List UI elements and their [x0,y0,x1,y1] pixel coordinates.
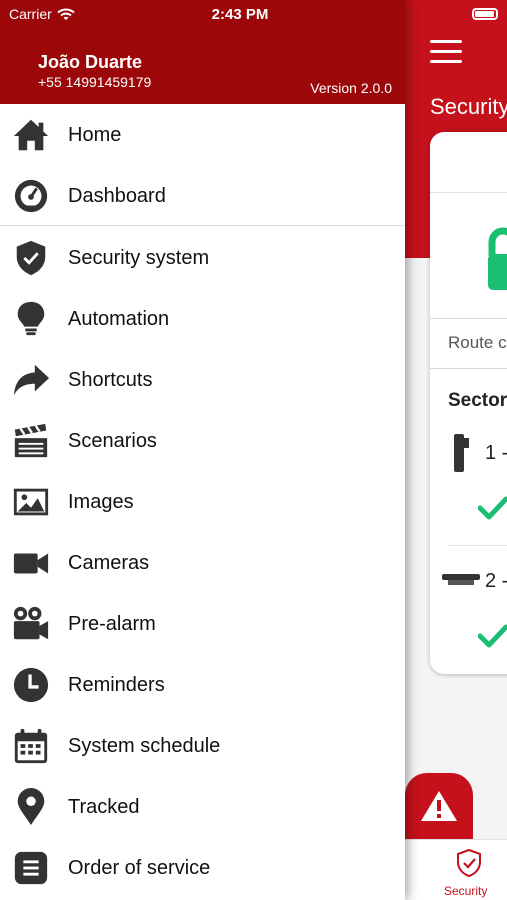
menu-item-reminders[interactable]: Reminders [0,654,405,715]
share-arrow-icon [11,360,51,400]
menu-item-label: Shortcuts [68,369,153,391]
menu-item-label: Automation [68,308,170,330]
unlocked-padlock-icon[interactable] [488,224,507,290]
sector-label[interactable]: 2 - [485,570,507,593]
shield-icon [11,238,51,278]
menu-item-shortcuts[interactable]: Shortcuts [0,349,405,410]
check-icon [478,496,507,520]
menu-item-automation[interactable]: Automation [0,288,405,349]
motion-sensor-icon [442,574,480,585]
clock-icon [11,665,51,705]
menu-item-dashboard[interactable]: Dashboard [0,165,405,226]
calendar-icon [11,726,51,766]
clapperboard-icon [11,421,51,461]
drawer-header: Carrier 2:43 PM João Duarte +55 14991459… [0,0,405,104]
tab-bar: Security [405,839,507,900]
menu-item-home[interactable]: Home [0,104,405,165]
status-time: 2:43 PM [211,6,269,23]
location-pin-icon [11,787,51,827]
menu-item-tracked[interactable]: Tracked [0,776,405,837]
menu-item-order-of-service[interactable]: Order of service [0,837,405,898]
menu-item-security-system[interactable]: Security system [0,227,405,288]
battery-icon [472,8,498,20]
menu-item-label: Cameras [68,552,150,574]
menu-item-pre-alarm[interactable]: Pre-alarm [0,593,405,654]
sectors-title: Sector [448,390,507,411]
menu-item-label: Dashboard [68,185,166,207]
menu-item-scenarios[interactable]: Scenarios [0,410,405,471]
hamburger-menu-icon[interactable] [430,40,462,64]
menu-item-cameras[interactable]: Cameras [0,532,405,593]
menu-item-label: Security system [68,247,210,269]
app-version: Version 2.0.0 [310,80,392,96]
menu-item-label: Tracked [68,796,140,818]
page-title: Security [430,94,507,119]
route-label: Route c [448,333,507,352]
menu-item-label: Pre-alarm [68,613,156,635]
navigation-drawer: Carrier 2:43 PM João Duarte +55 14991459… [0,0,405,900]
film-camera-icon [11,604,51,644]
door-sensor-icon [454,434,469,472]
menu-divider [0,225,405,226]
menu-item-label: Images [68,491,134,513]
menu-item-label: Reminders [68,674,165,696]
menu-item-label: Order of service [68,857,211,879]
video-camera-icon [11,543,51,583]
menu-item-system-schedule[interactable]: System schedule [0,715,405,776]
menu-item-label: System schedule [68,735,221,757]
menu-item-images[interactable]: Images [0,471,405,532]
menu-item-label: Home [68,124,122,146]
panic-alert-button[interactable] [405,773,473,839]
menu-item-label: Scenarios [68,430,157,452]
dashboard-icon [11,176,51,216]
tab-security[interactable]: Security [444,884,487,898]
user-name: João Duarte [38,52,143,72]
check-icon [478,624,507,648]
shield-check-icon[interactable] [455,848,483,878]
image-icon [11,482,51,522]
document-icon [11,848,51,888]
sector-label[interactable]: 1 - [485,442,507,465]
warning-icon [421,791,457,821]
home-icon [11,115,51,155]
user-phone: +55 14991459179 [38,74,152,90]
lightbulb-icon [11,299,51,339]
security-card: Route c Sector 1 - 2 - [430,132,507,674]
